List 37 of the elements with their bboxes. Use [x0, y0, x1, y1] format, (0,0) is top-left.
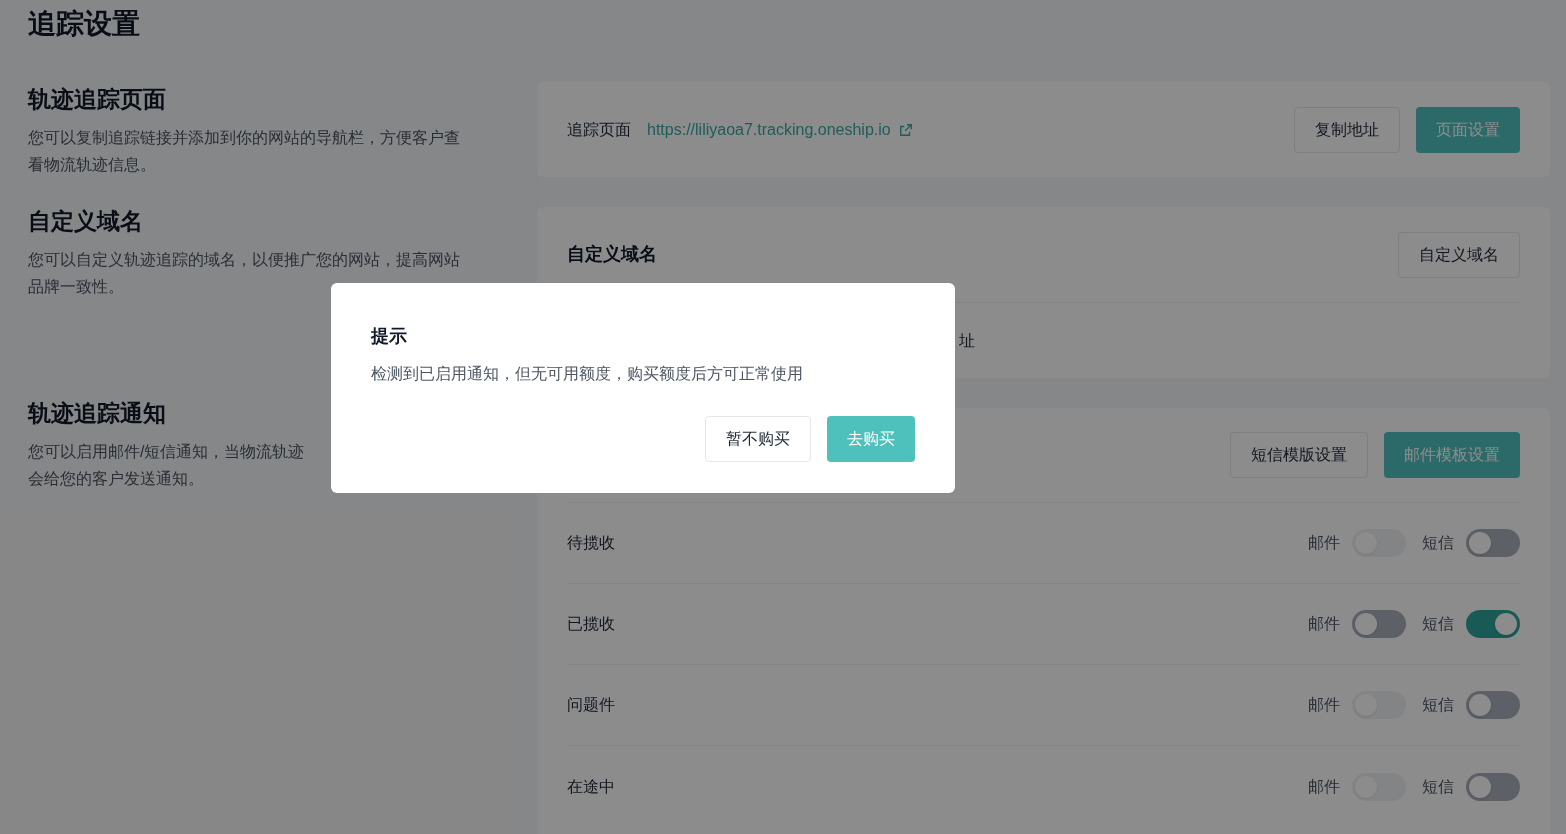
secondary-button[interactable]: 自定义域名 [1398, 231, 1520, 278]
card-title: 自定义域名 [567, 243, 657, 266]
toggle-label: 短信 [1422, 695, 1454, 715]
row-label: 在途中 [567, 776, 615, 797]
toggle-label: 短信 [1422, 776, 1454, 797]
section-description: 品牌一致性。 [28, 277, 124, 297]
section-title: 自定义域名 [28, 207, 144, 236]
toggle-switch[interactable] [1466, 610, 1520, 638]
section-description: 您可以自定义轨迹追踪的域名，以便推广您的网站，提高网站 [28, 250, 460, 270]
toggle-label: 邮件 [1308, 776, 1340, 797]
dialog-message: 检测到已启用通知，但无可用额度，购买额度后方可正常使用 [371, 364, 803, 384]
field-label: 追踪页面 [567, 119, 631, 140]
secondary-button[interactable]: 复制地址 [1294, 106, 1400, 153]
section-description: 您可以启用邮件/短信通知，当物流轨迹 [28, 442, 305, 462]
section-title: 轨迹追踪页面 [28, 85, 167, 114]
section-description: 您可以复制追踪链接并添加到你的网站的导航栏，方便客户查 [28, 128, 460, 148]
toggle-switch[interactable] [1352, 610, 1406, 638]
toggle-switch[interactable] [1466, 529, 1520, 557]
toggle-label: 邮件 [1308, 533, 1340, 553]
toggle-label: 邮件 [1308, 614, 1340, 634]
page-title: 追踪设置 [28, 7, 141, 41]
row-label: 已揽收 [567, 614, 615, 634]
section-description: 会给您的客户发送通知。 [28, 469, 204, 489]
row-label: 问题件 [567, 695, 615, 715]
toggle-label: 短信 [1422, 533, 1454, 553]
row-label: 待揽收 [567, 533, 615, 553]
section-title: 轨迹追踪通知 [28, 399, 167, 428]
toggle-switch[interactable] [1466, 772, 1520, 801]
dialog-title: 提示 [371, 325, 407, 348]
secondary-button[interactable]: 短信模版设置 [1230, 432, 1368, 478]
toggle-switch[interactable] [1466, 691, 1520, 719]
row-text: 址 [959, 330, 975, 351]
toggle-label: 短信 [1422, 614, 1454, 634]
section-description: 看物流轨迹信息。 [28, 155, 156, 175]
toggle-label: 邮件 [1308, 695, 1340, 715]
external-link-icon[interactable] [898, 122, 913, 137]
secondary-button[interactable]: 暂不购买 [705, 416, 811, 462]
